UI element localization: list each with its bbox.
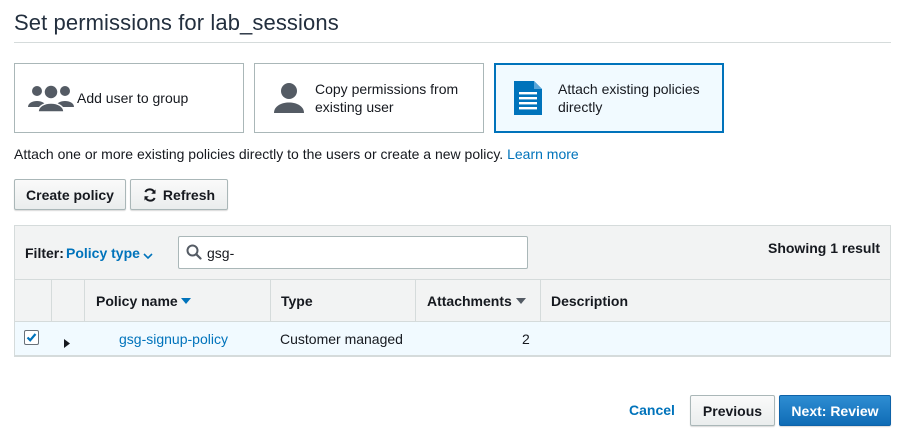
column-header-description: Description	[540, 280, 890, 322]
column-label: Type	[281, 293, 313, 309]
attachments-cell: 2	[522, 331, 530, 347]
cancel-link[interactable]: Cancel	[629, 402, 675, 418]
option-label-line1: Copy permissions from	[315, 81, 459, 97]
option-label: Attach existing policies directly	[558, 80, 700, 116]
sort-descending-icon	[181, 298, 191, 304]
intro-sentence: Attach one or more existing policies dir…	[14, 146, 504, 162]
option-label-line1: Attach existing policies	[558, 81, 700, 97]
create-policy-button[interactable]: Create policy	[14, 179, 126, 210]
checkmark-icon	[26, 333, 37, 342]
chevron-down-icon[interactable]	[143, 247, 153, 265]
users-group-icon	[27, 74, 75, 122]
result-count: Showing 1 result	[767, 240, 880, 256]
refresh-icon	[144, 187, 156, 202]
policy-name-link[interactable]: gsg-signup-policy	[119, 331, 228, 347]
option-label-line2: directly	[558, 99, 603, 115]
policy-type-cell: Customer managed	[280, 331, 403, 347]
search-input[interactable]	[205, 240, 515, 265]
column-header-attachments[interactable]: Attachments	[415, 280, 540, 322]
expand-column-header	[51, 280, 84, 322]
policy-table: Filter: Policy type Showing 1 result Pol…	[14, 225, 891, 357]
next-review-button[interactable]: Next: Review	[779, 395, 891, 426]
column-label: Policy name	[96, 293, 178, 309]
document-icon	[504, 74, 552, 122]
refresh-button[interactable]: Refresh	[130, 179, 228, 210]
filter-bar: Filter: Policy type Showing 1 result	[15, 226, 890, 280]
filter-label: Filter:	[25, 245, 64, 261]
column-label: Description	[551, 293, 629, 309]
table-header: Policy name Type Attachments Description	[15, 280, 890, 322]
learn-more-link[interactable]: Learn more	[507, 146, 579, 162]
row-checkbox[interactable]	[24, 330, 39, 345]
column-header-type[interactable]: Type	[270, 280, 415, 322]
option-label-line2: existing user	[315, 99, 394, 115]
page-title: Set permissions for lab_sessions	[14, 10, 339, 35]
option-label: Add user to group	[77, 90, 189, 106]
option-label: Copy permissions from existing user	[315, 80, 458, 116]
previous-button[interactable]: Previous	[690, 395, 775, 426]
expand-row-icon[interactable]	[64, 335, 70, 353]
intro-text: Attach one or more existing policies dir…	[14, 146, 579, 162]
attach-policies-option[interactable]: Attach existing policies directly	[494, 63, 724, 133]
copy-permissions-option[interactable]: Copy permissions from existing user	[254, 63, 484, 133]
user-icon	[265, 74, 313, 122]
refresh-label: Refresh	[162, 186, 216, 203]
table-row[interactable]: gsg-signup-policy Customer managed 2	[15, 322, 890, 356]
sort-icon	[516, 298, 526, 304]
add-user-to-group-option[interactable]: Add user to group	[14, 63, 244, 133]
policy-search-box[interactable]	[178, 236, 528, 269]
column-label: Attachments	[427, 293, 512, 309]
select-column-header	[15, 280, 51, 322]
title-divider	[14, 42, 891, 43]
search-icon	[186, 244, 202, 265]
policy-type-filter[interactable]: Policy type	[66, 245, 140, 261]
column-header-policy-name[interactable]: Policy name	[84, 280, 270, 322]
